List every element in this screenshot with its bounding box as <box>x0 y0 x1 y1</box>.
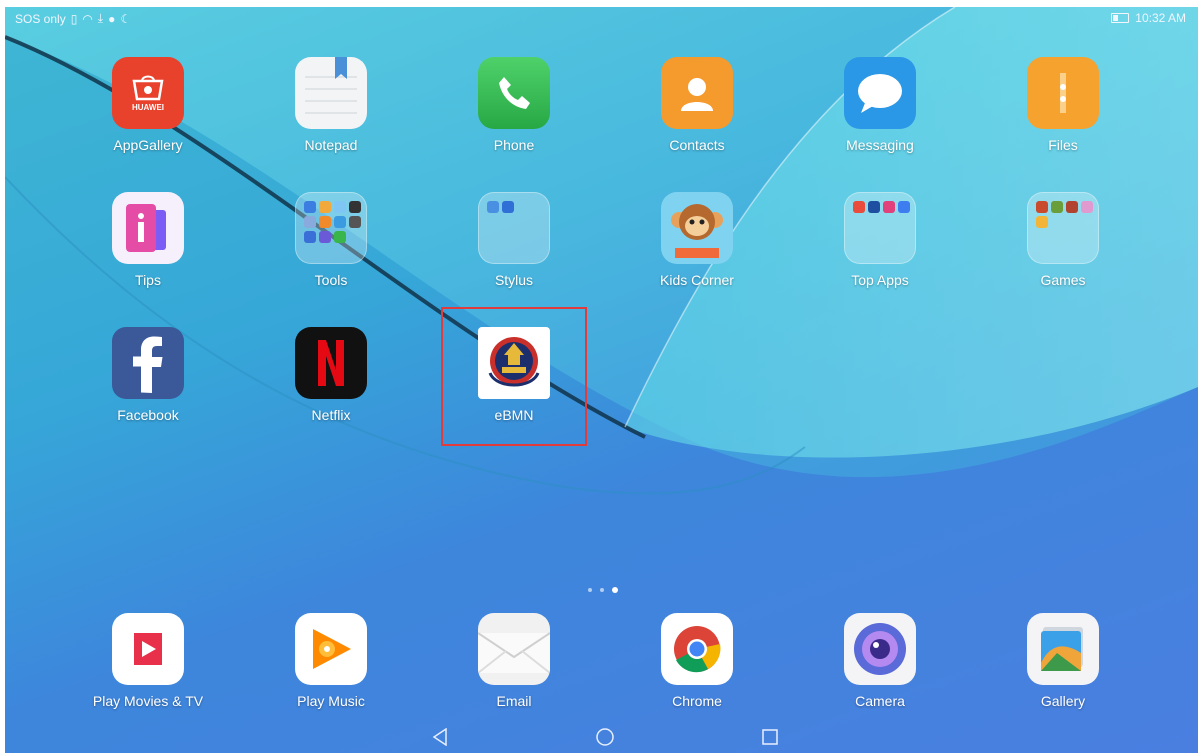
dock-camera[interactable]: Camera <box>815 613 945 709</box>
messaging-label: Messaging <box>846 137 914 153</box>
email-icon <box>478 613 550 685</box>
files-label: Files <box>1048 137 1078 153</box>
battery-icon <box>1111 13 1130 23</box>
page-dot-1[interactable] <box>588 588 592 592</box>
app-netflix[interactable]: Netflix <box>266 327 396 423</box>
tips-icon <box>112 192 184 264</box>
play-music-icon <box>295 613 367 685</box>
play-movies-icon <box>112 613 184 685</box>
appgallery-label: AppGallery <box>113 137 183 153</box>
sim-icon: ▯ <box>70 11 78 26</box>
wifi-icon: ◠ <box>82 11 93 26</box>
app-messaging[interactable]: Messaging <box>815 57 945 153</box>
clock-text: 10:32 AM <box>1135 11 1186 25</box>
games-label: Games <box>1040 272 1086 288</box>
appgallery-icon: HUAWEI <box>112 57 184 129</box>
page-indicator[interactable] <box>588 587 618 593</box>
home-icon[interactable] <box>594 726 616 748</box>
contacts-label: Contacts <box>669 137 725 153</box>
phone-icon <box>478 57 550 129</box>
tools-label: Tools <box>314 272 348 288</box>
tools-folder-icon <box>295 192 367 264</box>
recents-icon[interactable] <box>759 726 781 748</box>
dock-email[interactable]: Email <box>449 613 579 709</box>
page-dot-current[interactable] <box>612 587 618 593</box>
gallery-label: Gallery <box>1040 693 1086 709</box>
top-apps-label: Top Apps <box>851 272 909 288</box>
gallery-icon <box>1027 613 1099 685</box>
play-movies-label: Play Movies & TV <box>92 693 204 709</box>
top-apps-folder-icon <box>844 192 916 264</box>
email-label: Email <box>496 693 532 709</box>
facebook-icon <box>112 327 184 399</box>
navigation-bar <box>5 721 1198 753</box>
ebmn-highlight-box <box>441 307 587 446</box>
dock-gallery[interactable]: Gallery <box>998 613 1128 709</box>
page-dot-2[interactable] <box>600 588 604 592</box>
netflix-label: Netflix <box>311 407 351 423</box>
notepad-icon <box>295 57 367 129</box>
camera-icon <box>844 613 916 685</box>
app-phone[interactable]: Phone <box>449 57 579 153</box>
download-icon: ⤓ <box>97 11 104 25</box>
home-screen: SOS only ▯ ◠ ⤓ ● ☾ 10:32 AM HUAWEI AppGa… <box>5 7 1198 753</box>
moon-icon: ☾ <box>120 11 132 26</box>
camera-label: Camera <box>855 693 905 709</box>
carrier-text: SOS only <box>15 11 66 26</box>
app-appgallery[interactable]: HUAWEI AppGallery <box>83 57 213 153</box>
stylus-label: Stylus <box>494 272 534 288</box>
app-facebook[interactable]: Facebook <box>83 327 213 423</box>
status-bar: SOS only ▯ ◠ ⤓ ● ☾ 10:32 AM <box>5 7 1198 29</box>
kids-corner-label: Kids Corner <box>660 272 734 288</box>
app-contacts[interactable]: Contacts <box>632 57 762 153</box>
play-music-label: Play Music <box>297 693 365 709</box>
shield-icon: ● <box>108 11 116 26</box>
facebook-label: Facebook <box>117 407 179 423</box>
stylus-folder-icon <box>478 192 550 264</box>
dock-chrome[interactable]: Chrome <box>632 613 762 709</box>
app-kids-corner[interactable]: Kids Corner <box>632 192 762 288</box>
chrome-label: Chrome <box>672 693 722 709</box>
folder-tools[interactable]: Tools <box>266 192 396 288</box>
back-icon[interactable] <box>429 726 451 748</box>
folder-games[interactable]: Games <box>998 192 1128 288</box>
messaging-icon <box>844 57 916 129</box>
netflix-icon <box>295 327 367 399</box>
tips-label: Tips <box>135 272 161 288</box>
phone-label: Phone <box>493 137 535 153</box>
app-notepad[interactable]: Notepad <box>266 57 396 153</box>
notepad-label: Notepad <box>304 137 358 153</box>
app-files[interactable]: Files <box>998 57 1128 153</box>
chrome-icon <box>661 613 733 685</box>
app-tips[interactable]: Tips <box>83 192 213 288</box>
folder-top-apps[interactable]: Top Apps <box>815 192 945 288</box>
folder-stylus[interactable]: Stylus <box>449 192 579 288</box>
contacts-icon <box>661 57 733 129</box>
dock-play-movies[interactable]: Play Movies & TV <box>83 613 213 709</box>
files-icon <box>1027 57 1099 129</box>
games-folder-icon <box>1027 192 1099 264</box>
huawei-logo-text: HUAWEI <box>132 102 164 112</box>
kids-corner-monkey-icon <box>661 192 733 264</box>
dock-play-music[interactable]: Play Music <box>266 613 396 709</box>
